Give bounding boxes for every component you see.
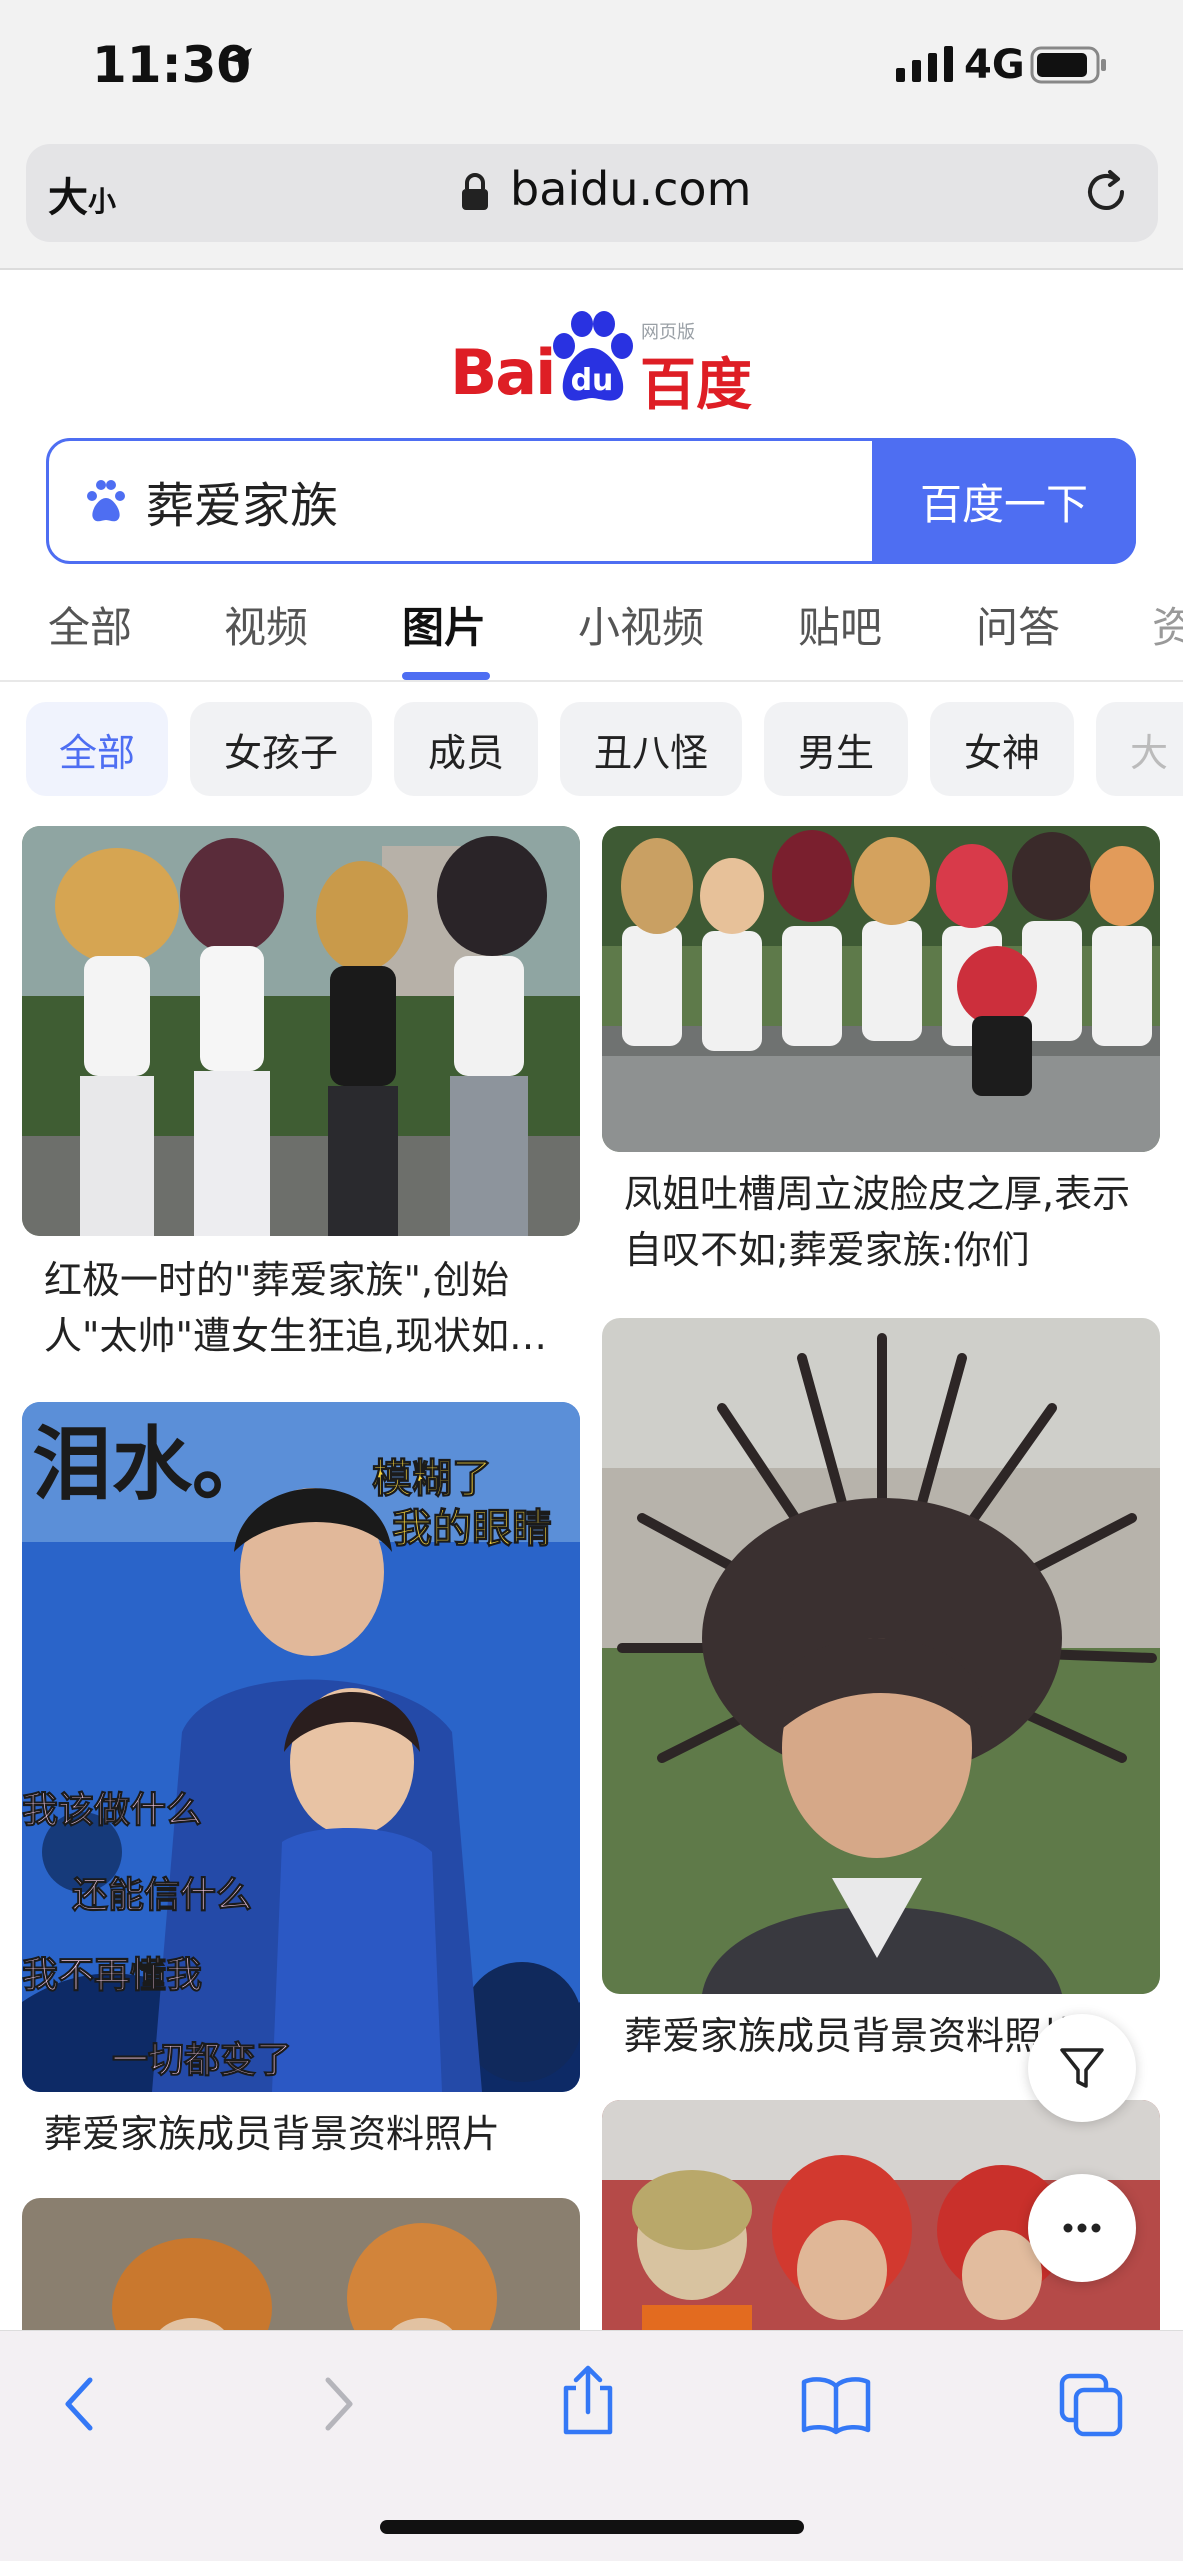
battery-icon (1030, 46, 1106, 84)
back-arrow-icon[interactable] (50, 2372, 114, 2436)
result-photo-group-street (22, 826, 580, 1236)
reload-icon[interactable] (1086, 168, 1130, 216)
url-domain[interactable]: baidu.com (510, 162, 751, 216)
result-image[interactable] (602, 1318, 1160, 1994)
result-photo-couple-poster: 泪水。 模糊了 我的眼睛 我该做什么 还能信什么 我不再懂我 一切都变了 (22, 1402, 580, 2092)
home-indicator (380, 2520, 804, 2534)
filter-chip-ugly[interactable]: 丑八怪 (560, 702, 742, 796)
tab-short-video[interactable]: 小视频 (578, 594, 704, 655)
filter-chip-goddess[interactable]: 女神 (930, 702, 1074, 796)
tab-all[interactable]: 全部 (48, 594, 132, 655)
baidu-logo-bai: Bai (450, 336, 556, 409)
tabs-divider (0, 680, 1183, 682)
result-photo-spiky-hair-portrait (602, 1318, 1160, 1994)
poster-text: 我不再懂我 (22, 1955, 202, 1996)
filter-chip-boys[interactable]: 男生 (764, 702, 908, 796)
poster-text: 一切都变了 (112, 2039, 292, 2081)
poster-text: 模糊了 (372, 1456, 492, 1502)
filter-chip-members[interactable]: 成员 (394, 702, 538, 796)
active-tab-indicator (402, 672, 490, 680)
cellular-signal-icon (896, 46, 953, 82)
result-image[interactable] (22, 2198, 580, 2338)
poster-text: 泪水。 (32, 1418, 272, 1511)
more-options-button[interactable] (1028, 2174, 1136, 2282)
filter-chip-more[interactable]: 大 (1096, 702, 1183, 796)
filter-chip-all[interactable]: 全部 (26, 702, 168, 796)
tab-tieba[interactable]: 贴吧 (798, 594, 882, 655)
result-caption[interactable]: 红极一时的"葬爱家族",创始人"太帅"遭女生狂追,现状如… (44, 1252, 564, 1364)
filter-chip-girls[interactable]: 女孩子 (190, 702, 372, 796)
network-type: 4G (964, 42, 1025, 88)
baidu-paw-logo-icon: du (553, 311, 633, 401)
tabs-icon[interactable] (1058, 2372, 1126, 2440)
baidu-paw-icon (87, 480, 125, 522)
text-size-small-label: 小 (88, 185, 117, 218)
web-version-label: 网页版 (641, 322, 695, 343)
result-image[interactable]: 泪水。 模糊了 我的眼睛 我该做什么 还能信什么 我不再懂我 一切都变了 (22, 1402, 580, 2092)
result-image[interactable] (602, 826, 1160, 1152)
tab-more[interactable]: 资 (1152, 594, 1183, 655)
tab-qa[interactable]: 问答 (976, 594, 1060, 655)
text-size-button[interactable]: 大小 (48, 165, 116, 223)
share-icon[interactable] (556, 2362, 620, 2438)
baidu-logo-chinese: 百度 (640, 353, 752, 418)
result-photo-partial (22, 2198, 580, 2338)
baidu-paw-text: du (571, 363, 614, 398)
poster-text: 我该做什么 (22, 1790, 202, 1831)
poster-text: 我的眼睛 (392, 1506, 552, 1552)
location-arrow-icon (224, 48, 252, 76)
result-caption[interactable]: 凤姐吐槽周立波脸皮之厚,表示自叹不如;葬爱家族:你们 (624, 1166, 1144, 1278)
result-image[interactable] (22, 826, 580, 1236)
tab-video[interactable]: 视频 (224, 594, 308, 655)
text-size-big-label: 大 (48, 175, 88, 221)
search-input[interactable] (146, 466, 846, 536)
bookmarks-icon[interactable] (800, 2372, 872, 2436)
poster-text: 还能信什么 (72, 1875, 252, 1916)
result-photo-group-sitting (602, 826, 1160, 1152)
tab-images[interactable]: 图片 (402, 594, 486, 655)
result-caption[interactable]: 葬爱家族成员背景资料照片 (44, 2106, 564, 2162)
lock-icon (462, 173, 488, 210)
forward-arrow-icon[interactable] (304, 2372, 368, 2436)
filter-icon (1060, 2048, 1104, 2088)
filter-button[interactable] (1028, 2014, 1136, 2122)
more-icon (1063, 2223, 1101, 2233)
search-button[interactable]: 百度一下 (872, 438, 1136, 564)
